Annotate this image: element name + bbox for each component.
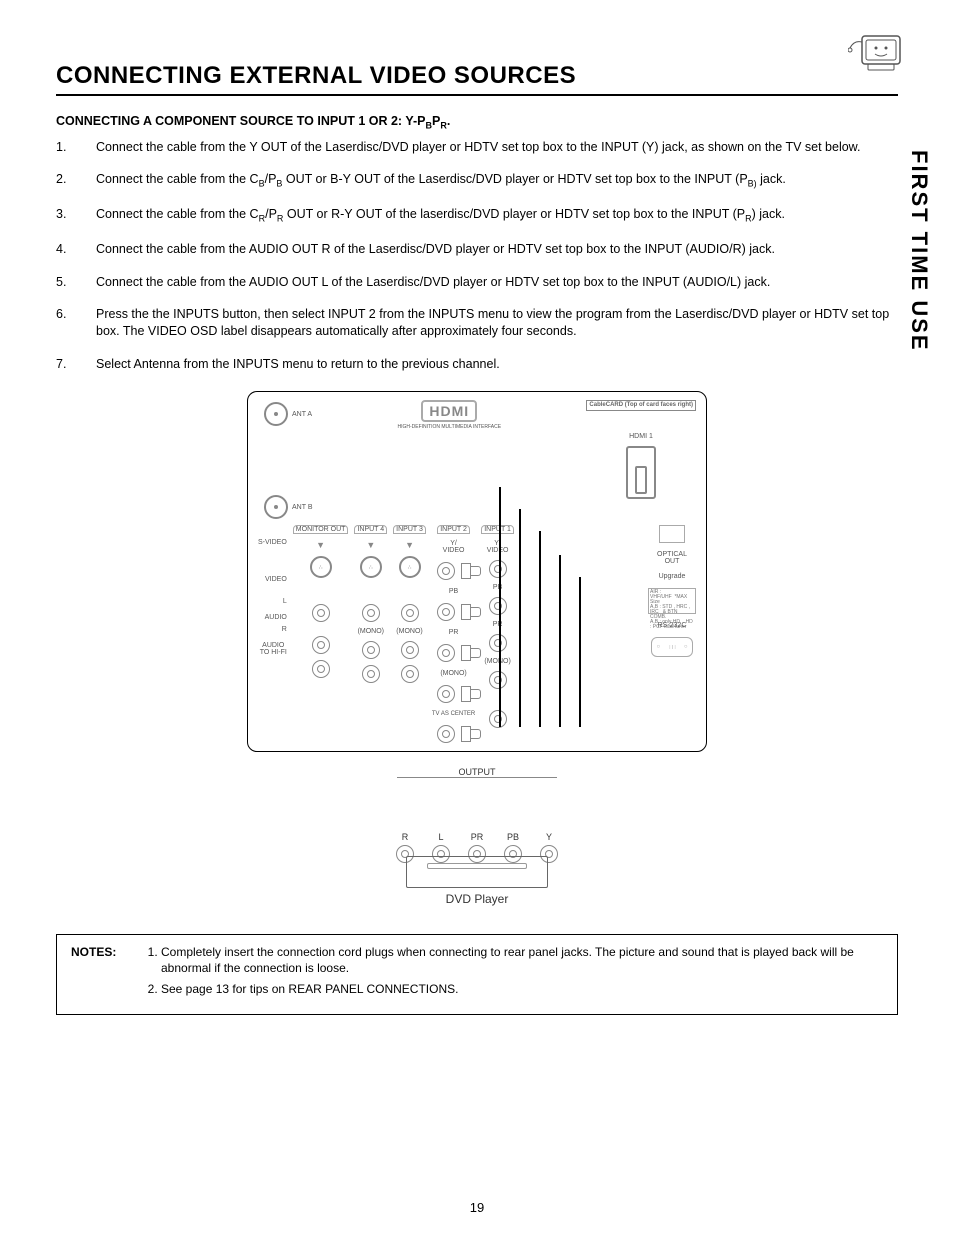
notes-box: NOTES: Completely insert the connection … xyxy=(56,934,898,1015)
output-label: OUTPUT xyxy=(397,767,557,778)
tv-cartoon-icon xyxy=(848,28,904,77)
instruction-item: 4.Connect the cable from the AUDIO OUT R… xyxy=(56,241,898,258)
instruction-item: 2.Connect the cable from the CB/PB OUT o… xyxy=(56,171,898,190)
section-tab: FIRST TIME USE xyxy=(906,150,932,352)
instruction-item: 5.Connect the cable from the AUDIO OUT L… xyxy=(56,274,898,291)
cablecard-label: CableCARD (Top of card faces right) xyxy=(586,400,696,411)
page-title: CONNECTING EXTERNAL VIDEO SOURCES xyxy=(56,62,898,90)
notes-list: Completely insert the connection cord pl… xyxy=(145,945,883,1004)
instruction-item: 7.Select Antenna from the INPUTS menu to… xyxy=(56,356,898,373)
dvd-player-icon xyxy=(406,856,548,888)
hdmi-logo: HDMI xyxy=(421,400,477,422)
instruction-list: 1.Connect the cable from the Y OUT of th… xyxy=(56,139,898,374)
notes-label: NOTES: xyxy=(71,945,131,1004)
instruction-item: 1.Connect the cable from the Y OUT of th… xyxy=(56,139,898,156)
notes-item: Completely insert the connection cord pl… xyxy=(161,945,883,976)
connection-diagram: ANT A HDMI HIGH-DEFINITION MULTIMEDIA IN… xyxy=(56,391,898,906)
title-rule xyxy=(56,94,898,96)
subheading: CONNECTING A COMPONENT SOURCE TO INPUT 1… xyxy=(56,114,898,131)
instruction-item: 3.Connect the cable from the CR/PR OUT o… xyxy=(56,206,898,225)
dvd-player-label: DVD Player xyxy=(247,892,707,906)
instruction-item: 6.Press the the INPUTS button, then sele… xyxy=(56,306,898,340)
notes-item: See page 13 for tips on REAR PANEL CONNE… xyxy=(161,982,883,998)
page-number: 19 xyxy=(0,1200,954,1215)
